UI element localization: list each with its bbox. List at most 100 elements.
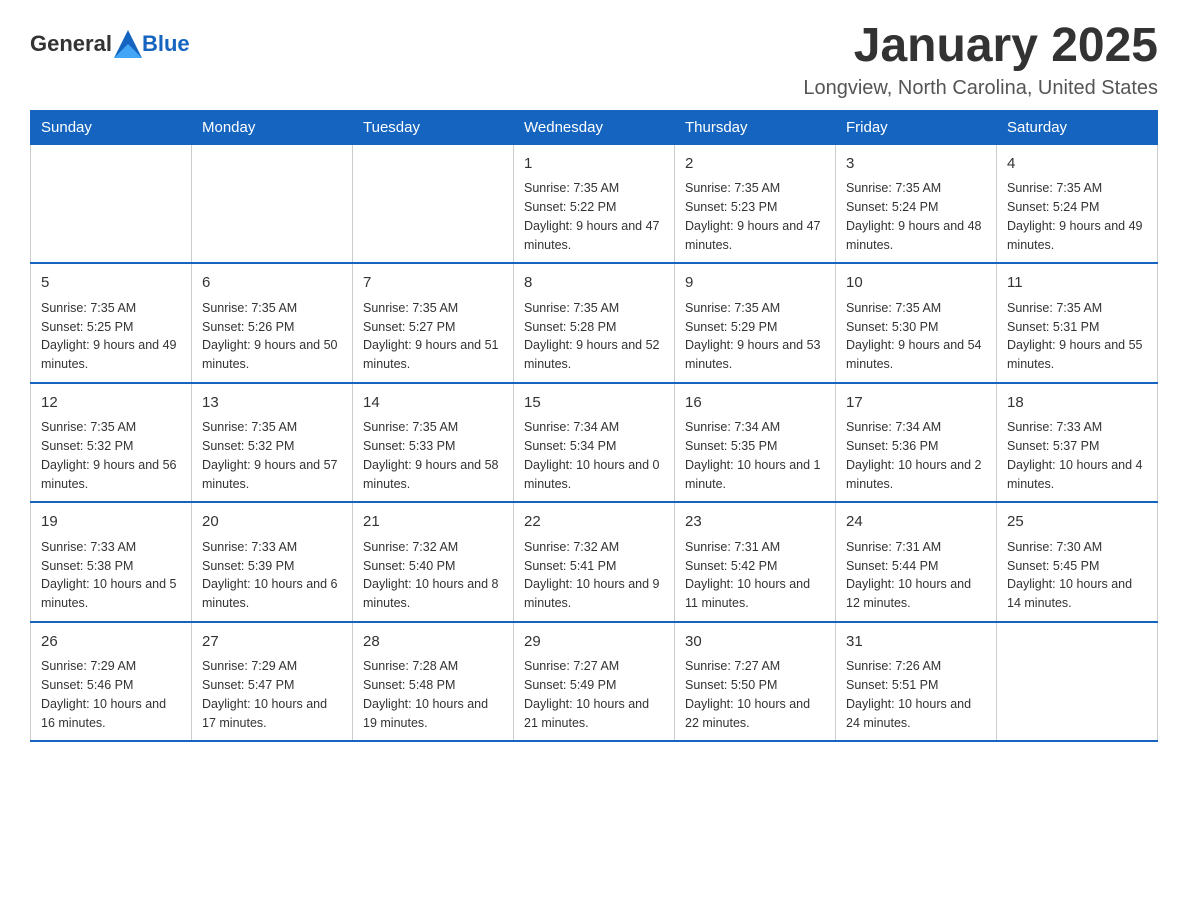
calendar-cell: 9Sunrise: 7:35 AM Sunset: 5:29 PM Daylig… — [675, 263, 836, 383]
calendar-cell: 15Sunrise: 7:34 AM Sunset: 5:34 PM Dayli… — [514, 383, 675, 503]
day-info: Sunrise: 7:31 AM Sunset: 5:44 PM Dayligh… — [846, 538, 986, 613]
calendar-cell: 21Sunrise: 7:32 AM Sunset: 5:40 PM Dayli… — [353, 502, 514, 622]
day-number: 27 — [202, 631, 342, 654]
day-number: 8 — [524, 272, 664, 295]
weekday-header-thursday: Thursday — [675, 110, 836, 144]
calendar-cell: 20 Sunrise: 7:33 AM Sunset: 5:39 PM Dayli… — [192, 502, 353, 622]
day-info: Sunrise: 7:35 AM Sunset: 5:26 PM Dayligh… — [202, 299, 342, 374]
day-info: Sunrise: 7:29 AM Sunset: 5:47 PM Dayligh… — [202, 657, 342, 732]
calendar-cell: 26 Sunrise: 7:29 AM Sunset: 5:46 PM Dayli… — [31, 622, 192, 742]
calendar-week-row: 1Sunrise: 7:35 AM Sunset: 5:22 PM Daylig… — [31, 144, 1158, 263]
day-number: 20 — [202, 511, 342, 534]
calendar-cell: 14 Sunrise: 7:35 AM Sunset: 5:33 PM Dayli… — [353, 383, 514, 503]
day-info: Sunrise: 7:34 AM Sunset: 5:36 PM Dayligh… — [846, 418, 986, 493]
day-info: Sunrise: 7:26 AM Sunset: 5:51 PM Dayligh… — [846, 657, 986, 732]
day-info: Sunrise: 7:31 AM Sunset: 5:42 PM Dayligh… — [685, 538, 825, 613]
calendar-table: SundayMondayTuesdayWednesdayThursdayFrid… — [30, 110, 1158, 743]
logo: General Blue — [30, 30, 190, 58]
calendar-week-row: 26 Sunrise: 7:29 AM Sunset: 5:46 PM Dayli… — [31, 622, 1158, 742]
day-info: Sunrise: 7:29 AM Sunset: 5:46 PM Dayligh… — [41, 657, 181, 732]
day-info: Sunrise: 7:35 AM Sunset: 5:27 PM Dayligh… — [363, 299, 503, 374]
day-number: 16 — [685, 392, 825, 415]
calendar-cell: 30 Sunrise: 7:27 AM Sunset: 5:50 PM Dayli… — [675, 622, 836, 742]
calendar-cell — [31, 144, 192, 263]
day-info: Sunrise: 7:35 AM Sunset: 5:23 PM Dayligh… — [685, 179, 825, 254]
weekday-header-row: SundayMondayTuesdayWednesdayThursdayFrid… — [31, 110, 1158, 144]
day-info: Sunrise: 7:35 AM Sunset: 5:33 PM Dayligh… — [363, 418, 503, 493]
calendar-cell — [353, 144, 514, 263]
day-info: Sunrise: 7:35 AM Sunset: 5:32 PM Dayligh… — [41, 418, 181, 493]
calendar-cell: 2 Sunrise: 7:35 AM Sunset: 5:23 PM Daylig… — [675, 144, 836, 263]
day-info: Sunrise: 7:35 AM Sunset: 5:22 PM Dayligh… — [524, 179, 664, 254]
calendar-cell — [997, 622, 1158, 742]
calendar-cell: 3 Sunrise: 7:35 AM Sunset: 5:24 PM Daylig… — [836, 144, 997, 263]
day-info: Sunrise: 7:35 AM Sunset: 5:30 PM Dayligh… — [846, 299, 986, 374]
day-info: Sunrise: 7:32 AM Sunset: 5:41 PM Dayligh… — [524, 538, 664, 613]
calendar-cell: 22 Sunrise: 7:32 AM Sunset: 5:41 PM Dayli… — [514, 502, 675, 622]
calendar-cell: 8 Sunrise: 7:35 AM Sunset: 5:28 PM Daylig… — [514, 263, 675, 383]
day-info: Sunrise: 7:33 AM Sunset: 5:38 PM Dayligh… — [41, 538, 181, 613]
day-number: 24 — [846, 511, 986, 534]
day-info: Sunrise: 7:35 AM Sunset: 5:25 PM Dayligh… — [41, 299, 181, 374]
day-number: 29 — [524, 631, 664, 654]
day-number: 18 — [1007, 392, 1147, 415]
calendar-cell: 24 Sunrise: 7:31 AM Sunset: 5:44 PM Dayli… — [836, 502, 997, 622]
day-info: Sunrise: 7:33 AM Sunset: 5:37 PM Dayligh… — [1007, 418, 1147, 493]
day-number: 23 — [685, 511, 825, 534]
day-info: Sunrise: 7:28 AM Sunset: 5:48 PM Dayligh… — [363, 657, 503, 732]
calendar-cell: 7 Sunrise: 7:35 AM Sunset: 5:27 PM Daylig… — [353, 263, 514, 383]
day-info: Sunrise: 7:35 AM Sunset: 5:32 PM Dayligh… — [202, 418, 342, 493]
calendar-cell: 16Sunrise: 7:34 AM Sunset: 5:35 PM Dayli… — [675, 383, 836, 503]
day-number: 7 — [363, 272, 503, 295]
calendar-week-row: 19 Sunrise: 7:33 AM Sunset: 5:38 PM Dayli… — [31, 502, 1158, 622]
calendar-cell: 28 Sunrise: 7:28 AM Sunset: 5:48 PM Dayli… — [353, 622, 514, 742]
day-number: 19 — [41, 511, 181, 534]
day-number: 11 — [1007, 272, 1147, 295]
weekday-header-saturday: Saturday — [997, 110, 1158, 144]
calendar-cell: 4 Sunrise: 7:35 AM Sunset: 5:24 PM Daylig… — [997, 144, 1158, 263]
day-info: Sunrise: 7:27 AM Sunset: 5:50 PM Dayligh… — [685, 657, 825, 732]
day-number: 22 — [524, 511, 664, 534]
calendar-cell — [192, 144, 353, 263]
weekday-header-wednesday: Wednesday — [514, 110, 675, 144]
day-number: 12 — [41, 392, 181, 415]
calendar-cell: 19 Sunrise: 7:33 AM Sunset: 5:38 PM Dayli… — [31, 502, 192, 622]
calendar-cell: 25Sunrise: 7:30 AM Sunset: 5:45 PM Dayli… — [997, 502, 1158, 622]
day-number: 17 — [846, 392, 986, 415]
day-info: Sunrise: 7:35 AM Sunset: 5:31 PM Dayligh… — [1007, 299, 1147, 374]
calendar-cell: 23 Sunrise: 7:31 AM Sunset: 5:42 PM Dayli… — [675, 502, 836, 622]
day-number: 31 — [846, 631, 986, 654]
calendar-cell: 29 Sunrise: 7:27 AM Sunset: 5:49 PM Dayli… — [514, 622, 675, 742]
day-number: 2 — [685, 153, 825, 176]
day-number: 5 — [41, 272, 181, 295]
day-info: Sunrise: 7:35 AM Sunset: 5:29 PM Dayligh… — [685, 299, 825, 374]
day-number: 30 — [685, 631, 825, 654]
day-info: Sunrise: 7:33 AM Sunset: 5:39 PM Dayligh… — [202, 538, 342, 613]
calendar-cell: 5 Sunrise: 7:35 AM Sunset: 5:25 PM Daylig… — [31, 263, 192, 383]
page-header: General Blue January 2025 Longview, Nort… — [30, 20, 1158, 100]
day-info: Sunrise: 7:27 AM Sunset: 5:49 PM Dayligh… — [524, 657, 664, 732]
day-info: Sunrise: 7:35 AM Sunset: 5:28 PM Dayligh… — [524, 299, 664, 374]
month-title: January 2025 — [803, 20, 1158, 73]
day-number: 3 — [846, 153, 986, 176]
day-number: 4 — [1007, 153, 1147, 176]
weekday-header-tuesday: Tuesday — [353, 110, 514, 144]
calendar-cell: 12 Sunrise: 7:35 AM Sunset: 5:32 PM Dayli… — [31, 383, 192, 503]
day-number: 26 — [41, 631, 181, 654]
calendar-cell: 1Sunrise: 7:35 AM Sunset: 5:22 PM Daylig… — [514, 144, 675, 263]
day-info: Sunrise: 7:35 AM Sunset: 5:24 PM Dayligh… — [1007, 179, 1147, 254]
calendar-cell: 13Sunrise: 7:35 AM Sunset: 5:32 PM Dayli… — [192, 383, 353, 503]
day-number: 28 — [363, 631, 503, 654]
day-number: 14 — [363, 392, 503, 415]
day-number: 21 — [363, 511, 503, 534]
title-area: January 2025 Longview, North Carolina, U… — [803, 20, 1158, 100]
day-number: 15 — [524, 392, 664, 415]
day-info: Sunrise: 7:35 AM Sunset: 5:24 PM Dayligh… — [846, 179, 986, 254]
calendar-cell: 27 Sunrise: 7:29 AM Sunset: 5:47 PM Dayli… — [192, 622, 353, 742]
day-number: 6 — [202, 272, 342, 295]
location-subtitle: Longview, North Carolina, United States — [803, 77, 1158, 100]
day-number: 25 — [1007, 511, 1147, 534]
logo-text-blue: Blue — [142, 31, 190, 57]
day-number: 10 — [846, 272, 986, 295]
calendar-cell: 6 Sunrise: 7:35 AM Sunset: 5:26 PM Daylig… — [192, 263, 353, 383]
